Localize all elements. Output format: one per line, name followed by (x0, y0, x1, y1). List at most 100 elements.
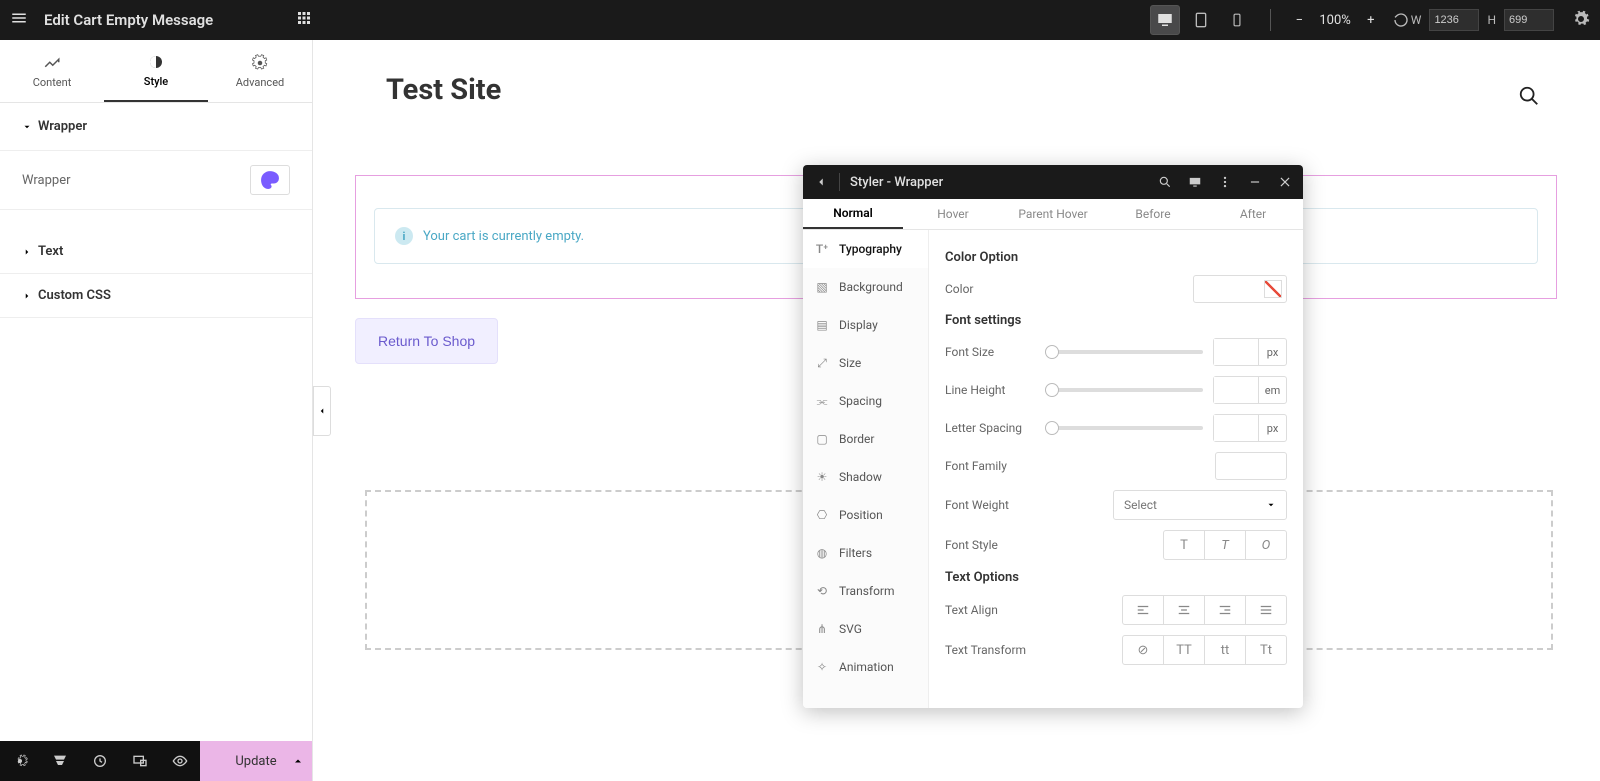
chevron-down-icon (1266, 500, 1276, 510)
apps-icon[interactable] (295, 9, 313, 31)
cat-filters[interactable]: ◍Filters (803, 534, 928, 572)
footer-settings-icon[interactable] (0, 741, 40, 781)
wrapper-row: Wrapper (0, 151, 312, 210)
cat-typography[interactable]: T⁺Typography (803, 230, 928, 268)
update-caret-icon[interactable] (284, 755, 312, 767)
text-align-justify[interactable] (1245, 595, 1287, 625)
styler-tab-after[interactable]: After (1203, 199, 1303, 229)
shadow-icon: ☀ (813, 468, 831, 486)
section-wrapper[interactable]: Wrapper (0, 103, 312, 151)
tab-advanced[interactable]: Advanced (208, 40, 312, 102)
line-height-unit[interactable]: em (1258, 377, 1286, 403)
no-color-icon (1264, 280, 1282, 298)
styler-back-icon[interactable] (809, 170, 833, 194)
footer-preview-icon[interactable] (160, 741, 200, 781)
tab-content[interactable]: Content (0, 40, 104, 102)
styler-tab-before[interactable]: Before (1103, 199, 1203, 229)
text-transform-lower[interactable]: tt (1204, 635, 1246, 665)
settings-icon[interactable] (1572, 10, 1590, 31)
size-icon: ⤢ (813, 354, 831, 372)
color-option-head: Color Option (945, 250, 1287, 265)
font-style-label: Font Style (945, 538, 1035, 552)
site-title: Test Site (386, 73, 501, 107)
letter-spacing-slider[interactable] (1045, 426, 1203, 430)
cat-svg[interactable]: ⋔SVG (803, 610, 928, 648)
letter-spacing-unit[interactable]: px (1258, 415, 1286, 441)
cat-spacing[interactable]: ⫘Spacing (803, 382, 928, 420)
letter-spacing-label: Letter Spacing (945, 421, 1035, 435)
line-height-input[interactable] (1214, 377, 1258, 403)
font-family-input[interactable] (1215, 452, 1287, 480)
width-input[interactable] (1429, 9, 1479, 31)
text-align-center[interactable] (1163, 595, 1205, 625)
footer-history-icon[interactable] (80, 741, 120, 781)
tab-content-label: Content (33, 76, 72, 89)
mobile-device-button[interactable] (1222, 5, 1252, 35)
styler-desktop-icon[interactable] (1183, 170, 1207, 194)
tab-style-label: Style (144, 75, 168, 88)
cat-display[interactable]: ▤Display (803, 306, 928, 344)
spacing-icon: ⫘ (813, 392, 831, 410)
site-search-icon[interactable] (1518, 85, 1540, 111)
section-wrapper-label: Wrapper (38, 119, 87, 134)
text-align-right[interactable] (1204, 595, 1246, 625)
styler-close-icon[interactable] (1273, 170, 1297, 194)
text-options-head: Text Options (945, 570, 1287, 585)
update-button-label: Update (235, 754, 276, 769)
text-align-left[interactable] (1122, 595, 1164, 625)
undo-button[interactable] (1391, 10, 1411, 30)
typography-icon: T⁺ (813, 240, 831, 258)
font-style-italic[interactable]: T (1204, 530, 1246, 560)
cat-size[interactable]: ⤢Size (803, 344, 928, 382)
font-size-slider[interactable] (1045, 350, 1203, 354)
section-custom-css[interactable]: Custom CSS (0, 274, 312, 318)
wrapper-styler-button[interactable] (250, 165, 290, 195)
color-swatch[interactable] (1193, 275, 1287, 303)
line-height-slider[interactable] (1045, 388, 1203, 392)
styler-minimize-icon[interactable] (1243, 170, 1267, 194)
font-size-input[interactable] (1214, 339, 1258, 365)
styler-search-icon[interactable] (1153, 170, 1177, 194)
panel-collapse-handle[interactable] (313, 386, 331, 436)
cat-shadow[interactable]: ☀Shadow (803, 458, 928, 496)
text-transform-none[interactable]: ⊘ (1122, 635, 1164, 665)
text-transform-capitalize[interactable]: Tt (1245, 635, 1287, 665)
line-height-label: Line Height (945, 383, 1035, 397)
footer-navigator-icon[interactable] (40, 741, 80, 781)
desktop-device-button[interactable] (1150, 5, 1180, 35)
height-input[interactable] (1504, 9, 1554, 31)
tablet-device-button[interactable] (1186, 5, 1216, 35)
styler-title: Styler - Wrapper (850, 175, 943, 190)
text-align-label: Text Align (945, 603, 1035, 617)
styler-popup: Styler - Wrapper Normal Hover Parent Hov… (803, 165, 1303, 708)
font-style-normal[interactable]: T (1163, 530, 1205, 560)
font-weight-select[interactable]: Select (1113, 490, 1287, 520)
font-size-unit[interactable]: px (1258, 339, 1286, 365)
transform-icon: ⟲ (813, 582, 831, 600)
cat-background[interactable]: ▧Background (803, 268, 928, 306)
styler-tab-hover[interactable]: Hover (903, 199, 1003, 229)
cat-border[interactable]: ▢Border (803, 420, 928, 458)
update-button[interactable]: Update (200, 741, 312, 781)
zoom-level: 100% (1319, 13, 1350, 28)
letter-spacing-input[interactable] (1214, 415, 1258, 441)
section-text[interactable]: Text (0, 230, 312, 274)
return-to-shop-label: Return To Shop (378, 333, 475, 349)
text-transform-upper[interactable]: TT (1163, 635, 1205, 665)
styler-more-icon[interactable] (1213, 170, 1237, 194)
cat-animation[interactable]: ✧Animation (803, 648, 928, 686)
font-style-oblique[interactable]: O (1245, 530, 1287, 560)
zoom-out-button[interactable]: − (1289, 10, 1309, 30)
info-icon: i (395, 227, 413, 245)
tab-style[interactable]: Style (104, 40, 208, 102)
menu-icon[interactable] (10, 9, 28, 31)
styler-tab-normal[interactable]: Normal (803, 199, 903, 229)
tab-advanced-label: Advanced (236, 76, 284, 89)
return-to-shop-button[interactable]: Return To Shop (355, 318, 498, 364)
cat-transform[interactable]: ⟲Transform (803, 572, 928, 610)
section-text-label: Text (38, 244, 63, 259)
cat-position[interactable]: ⎔Position (803, 496, 928, 534)
styler-tab-parent-hover[interactable]: Parent Hover (1003, 199, 1103, 229)
footer-responsive-icon[interactable] (120, 741, 160, 781)
zoom-in-button[interactable]: + (1361, 10, 1381, 30)
